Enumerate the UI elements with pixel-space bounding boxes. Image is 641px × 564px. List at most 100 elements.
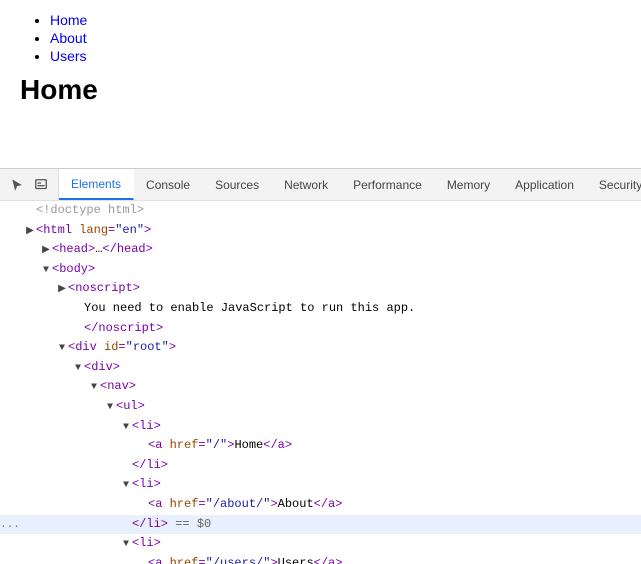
cursor-icon[interactable]	[8, 176, 26, 194]
code-line: ▼<ul>	[0, 397, 641, 417]
code-line: ▶<noscript>	[0, 279, 641, 299]
code-content: ▼<ul>	[20, 397, 145, 416]
code-dots	[0, 242, 20, 260]
tab-elements[interactable]: Elements	[59, 169, 134, 200]
code-content: ▼<div id="root">	[20, 338, 176, 357]
code-toggle[interactable]: ▼	[120, 537, 132, 553]
devtools-tabs: ElementsConsoleSourcesNetworkPerformance…	[59, 169, 641, 200]
nav-list: Home About Users	[20, 12, 621, 64]
nav-item-home: Home	[50, 12, 621, 28]
code-line: ▶<head>…</head>	[0, 240, 641, 260]
code-toggle[interactable]: ▶	[24, 224, 36, 240]
code-line: <a href="/">Home</a>	[0, 436, 641, 456]
code-dots	[0, 458, 20, 476]
code-content: ▶<html lang="en">	[20, 221, 151, 240]
code-toggle	[72, 322, 84, 338]
code-dots	[0, 281, 20, 299]
nav-item-about: About	[50, 30, 621, 46]
code-content: ▼<li>	[20, 534, 161, 553]
code-content: </li> == $0	[20, 515, 211, 534]
code-line: ▼<li>	[0, 417, 641, 437]
code-content: <a href="/about/">About</a>	[20, 495, 342, 514]
code-line: ▼<li>	[0, 534, 641, 554]
code-toggle	[136, 439, 148, 455]
code-toggle[interactable]: ▼	[120, 478, 132, 494]
tab-sources[interactable]: Sources	[203, 169, 272, 200]
code-line: </noscript>	[0, 319, 641, 339]
code-dots	[0, 223, 20, 241]
code-content: <!doctype html>	[20, 201, 144, 220]
code-content: <a href="/users/">Users</a>	[20, 554, 342, 564]
code-line: ▼<div id="root">	[0, 338, 641, 358]
code-content: You need to enable JavaScript to run thi…	[20, 299, 415, 318]
nav-link-about[interactable]: About	[50, 30, 87, 46]
code-dots	[0, 301, 20, 319]
code-line: </li>	[0, 456, 641, 476]
code-dots	[0, 321, 20, 339]
tab-security[interactable]: Security	[587, 169, 641, 200]
code-line: ▶<html lang="en">	[0, 221, 641, 241]
code-dots	[0, 536, 20, 554]
page-heading: Home	[20, 74, 621, 106]
code-line: You need to enable JavaScript to run thi…	[0, 299, 641, 319]
code-content: ▶<noscript>	[20, 279, 140, 298]
code-content: </li>	[20, 456, 168, 475]
tab-console[interactable]: Console	[134, 169, 203, 200]
code-toggle[interactable]: ▼	[88, 380, 100, 396]
nav-link-users[interactable]: Users	[50, 48, 87, 64]
code-toggle	[136, 557, 148, 564]
code-toggle[interactable]: ▼	[104, 400, 116, 416]
code-dots	[0, 360, 20, 378]
code-dots	[0, 497, 20, 515]
code-toggle[interactable]: ▼	[40, 263, 52, 279]
nav-item-users: Users	[50, 48, 621, 64]
code-dots	[0, 262, 20, 280]
tab-performance[interactable]: Performance	[341, 169, 435, 200]
nav-link-home[interactable]: Home	[50, 12, 87, 28]
tab-memory[interactable]: Memory	[435, 169, 503, 200]
code-line: <a href="/about/">About</a>	[0, 495, 641, 515]
code-content: </noscript>	[20, 319, 163, 338]
code-toggle[interactable]: ▼	[72, 361, 84, 377]
code-toggle[interactable]: ▼	[120, 420, 132, 436]
code-line: <a href="/users/">Users</a>	[0, 554, 641, 564]
page-content: Home About Users Home	[0, 0, 641, 168]
code-dots	[0, 556, 20, 564]
code-dots	[0, 419, 20, 437]
code-toggle	[136, 498, 148, 514]
inspector-icon[interactable]	[32, 176, 50, 194]
code-toggle	[120, 518, 132, 534]
code-line: ▼<body>	[0, 260, 641, 280]
code-content: ▼<li>	[20, 475, 161, 494]
code-content: <a href="/">Home</a>	[20, 436, 292, 455]
code-dots	[0, 203, 20, 221]
code-content: ▼<nav>	[20, 377, 136, 396]
code-line: <!doctype html>	[0, 201, 641, 221]
code-content: ▼<body>	[20, 260, 95, 279]
code-line: ... </li> == $0	[0, 515, 641, 535]
code-line: ▼<li>	[0, 475, 641, 495]
code-dots: ...	[0, 517, 20, 535]
code-toggle	[24, 204, 36, 220]
tab-application[interactable]: Application	[503, 169, 587, 200]
tab-network[interactable]: Network	[272, 169, 341, 200]
code-content: ▶<head>…</head>	[20, 240, 153, 259]
code-toggle	[120, 459, 132, 475]
code-dots	[0, 379, 20, 397]
code-content: ▼<li>	[20, 417, 161, 436]
devtools-icon-group	[0, 169, 59, 200]
code-dots	[0, 438, 20, 456]
devtools-panel: ElementsConsoleSourcesNetworkPerformance…	[0, 168, 641, 564]
code-panel[interactable]: <!doctype html> ▶<html lang="en"> ▶<head…	[0, 201, 641, 564]
code-dots	[0, 399, 20, 417]
code-toggle[interactable]: ▼	[56, 341, 68, 357]
code-line: ▼<nav>	[0, 377, 641, 397]
code-toggle	[72, 302, 84, 318]
code-toggle[interactable]: ▶	[56, 282, 68, 298]
code-dots	[0, 477, 20, 495]
devtools-toolbar: ElementsConsoleSourcesNetworkPerformance…	[0, 169, 641, 201]
code-content: ▼<div>	[20, 358, 120, 377]
code-dots	[0, 340, 20, 358]
code-line: ▼<div>	[0, 358, 641, 378]
code-toggle[interactable]: ▶	[40, 243, 52, 259]
